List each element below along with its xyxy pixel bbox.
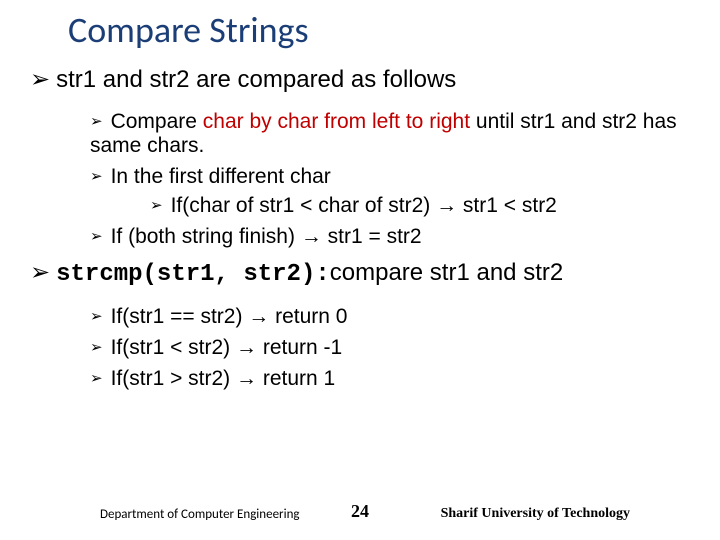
bullet-icon: ➢ xyxy=(90,370,103,387)
bullet-icon: ➢ xyxy=(90,113,103,130)
bullet-2a-text: If(str1 == str2) → return 0 xyxy=(111,305,348,328)
bullet-icon: ➢ xyxy=(90,168,103,185)
bullet-icon: ➢ xyxy=(30,259,50,286)
bullet-1b: ➢ In the first different char xyxy=(90,165,690,190)
bullet-1-text: str1 and str2 are compared as follows xyxy=(56,66,456,93)
slide: Compare Strings ➢str1 and str2 are compa… xyxy=(0,0,720,540)
bullet-1a: ➢ Compare char by char from left to right… xyxy=(90,110,690,160)
slide-title: Compare Strings xyxy=(68,8,309,52)
bullet-icon: ➢ xyxy=(150,197,163,214)
bullet-2-post: compare str1 and str2 xyxy=(330,259,563,286)
slide-body: ➢str1 and str2 are compared as follows ➢… xyxy=(30,60,690,391)
bullet-1: ➢str1 and str2 are compared as follows xyxy=(30,66,690,94)
bullet-2a: ➢ If(str1 == str2) → return 0 xyxy=(90,305,690,330)
bullet-icon: ➢ xyxy=(30,66,50,93)
bullet-1c: ➢ If (both string finish) → str1 = str2 xyxy=(90,225,690,250)
bullet-1b-text: In the first different char xyxy=(111,165,331,188)
bullet-2b: ➢ If(str1 < str2) → return -1 xyxy=(90,336,690,361)
bullet-2: ➢strcmp(str1, str2):compare str1 and str… xyxy=(30,259,690,289)
footer: Department of Computer Engineering 24 Sh… xyxy=(0,500,720,522)
footer-right: Sharif University of Technology xyxy=(441,506,630,522)
bullet-2-code: strcmp(str1, str2): xyxy=(56,261,330,288)
bullet-icon: ➢ xyxy=(90,228,103,245)
bullet-1a-red: char by char from left to right xyxy=(203,110,470,133)
bullet-2c-text: If(str1 > str2) → return 1 xyxy=(111,367,336,390)
bullet-icon: ➢ xyxy=(90,339,103,356)
bullet-icon: ➢ xyxy=(90,308,103,325)
bullet-1b-i-text: If(char of str1 < char of str2) → str1 <… xyxy=(171,194,557,217)
bullet-1b-i: ➢ If(char of str1 < char of str2) → str1 … xyxy=(150,194,690,219)
bullet-1a-pre: Compare xyxy=(111,110,203,133)
bullet-1c-text: If (both string finish) → str1 = str2 xyxy=(111,225,422,248)
bullet-2b-text: If(str1 < str2) → return -1 xyxy=(111,336,343,359)
bullet-2c: ➢ If(str1 > str2) → return 1 xyxy=(90,367,690,392)
